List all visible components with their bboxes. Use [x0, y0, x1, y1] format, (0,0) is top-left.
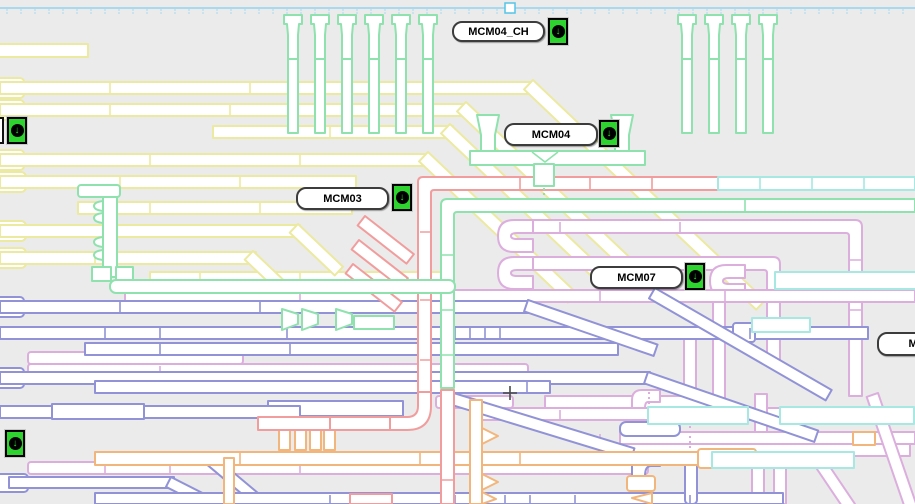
conveyor-network [0, 0, 915, 504]
station-label-mcm07[interactable]: MCM07 [590, 266, 683, 289]
circled-down-arrow-icon [11, 124, 24, 137]
status-indicator-mcm04[interactable] [599, 120, 619, 147]
circled-down-arrow-icon [9, 437, 22, 450]
status-indicator-left[interactable] [7, 117, 27, 144]
selection-handle[interactable] [505, 3, 515, 13]
circled-down-arrow-icon [396, 191, 409, 204]
circled-down-arrow-icon [603, 127, 616, 140]
status-indicator-mcm07[interactable] [685, 263, 705, 290]
mimic-canvas: MCM04_CH MCM04 MCM03 MCM07 MC [0, 0, 915, 504]
status-indicator-mcm04-ch[interactable] [548, 18, 568, 45]
station-label-mcm03[interactable]: MCM03 [296, 187, 389, 210]
station-label-mcm04-ch[interactable]: MCM04_CH [452, 21, 545, 42]
editor-ruler [0, 8, 915, 14]
status-indicator-edge-partial[interactable] [0, 117, 4, 144]
station-label-mcm04[interactable]: MCM04 [504, 123, 598, 146]
status-indicator-bottom-left[interactable] [5, 430, 25, 457]
station-label-partial[interactable]: MC [877, 332, 915, 356]
status-indicator-mcm03[interactable] [392, 184, 412, 211]
circled-down-arrow-icon [552, 25, 565, 38]
circled-down-arrow-icon [689, 270, 702, 283]
